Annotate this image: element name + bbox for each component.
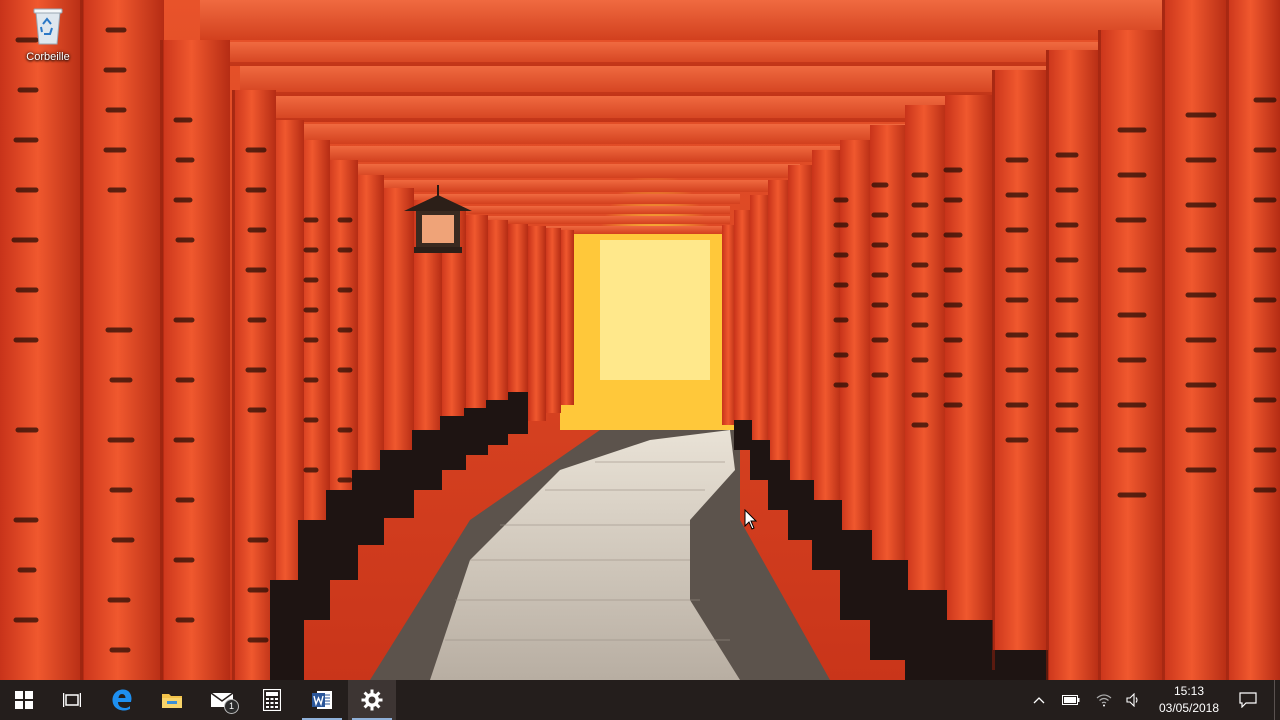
network-button[interactable] [1092, 680, 1116, 720]
mouse-cursor-icon [744, 509, 758, 530]
calculator-button[interactable] [248, 680, 296, 720]
volume-icon [1126, 693, 1138, 707]
desktop-wallpaper [0, 0, 1280, 680]
word-button[interactable] [298, 680, 346, 720]
task-view-button[interactable] [48, 680, 96, 720]
desktop-icon-recycle-bin[interactable]: Corbeille [14, 6, 82, 63]
clock-date: 03/05/2018 [1158, 701, 1220, 715]
edge-icon [112, 689, 132, 711]
taskbar: 1 15:13 03/05/2018 [0, 680, 1280, 720]
action-center-button[interactable] [1230, 680, 1266, 720]
battery-button[interactable] [1058, 680, 1084, 720]
folder-icon [162, 694, 182, 708]
word-icon [312, 691, 332, 709]
mail-unread-badge: 1 [224, 699, 239, 714]
torii-tunnel-image [0, 0, 1280, 680]
windows-start-icon [15, 691, 33, 709]
notification-icon [1239, 692, 1257, 708]
chevron-up-icon [1033, 697, 1045, 704]
settings-button[interactable] [348, 680, 396, 720]
taskbar-clock[interactable]: 15:13 03/05/2018 [1148, 680, 1230, 720]
task-view-icon [63, 693, 81, 707]
recycle-bin-label: Corbeille [26, 51, 70, 63]
show-hidden-icons-button[interactable] [1028, 680, 1050, 720]
calculator-icon [263, 689, 281, 711]
file-explorer-button[interactable] [148, 680, 196, 720]
gear-icon [361, 689, 383, 711]
mail-button[interactable]: 1 [198, 680, 246, 720]
clock-time: 15:13 [1173, 684, 1205, 698]
wifi-icon [1096, 694, 1112, 707]
show-desktop-button[interactable] [1274, 680, 1280, 720]
volume-button[interactable] [1122, 680, 1146, 720]
battery-icon [1062, 695, 1080, 705]
edge-button[interactable] [98, 680, 146, 720]
recycle-bin-icon [33, 6, 63, 46]
start-button[interactable] [0, 680, 48, 720]
